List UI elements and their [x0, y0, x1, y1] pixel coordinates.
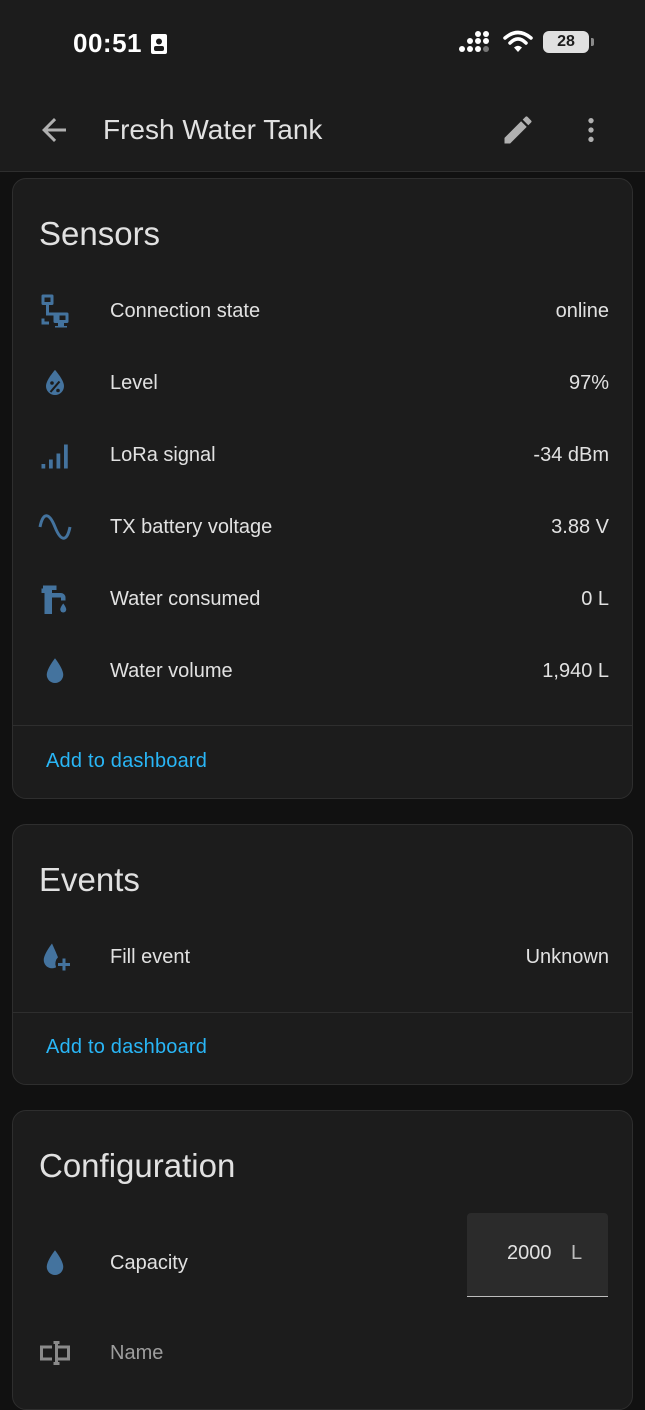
sensor-value: 0 L	[581, 588, 609, 610]
water-percent-icon	[46, 369, 64, 395]
sensor-label: TX battery voltage	[110, 516, 273, 538]
sensor-row-level[interactable]: Level 97%	[13, 347, 634, 419]
config-row-name[interactable]: Name	[13, 1317, 634, 1389]
app-bar: Fresh Water Tank	[0, 88, 645, 172]
water-plus-icon	[43, 943, 70, 971]
pencil-icon[interactable]	[500, 112, 536, 148]
event-row-fill-event[interactable]: Fill event Unknown	[13, 921, 634, 993]
config-label: Name	[110, 1342, 164, 1364]
back-arrow-icon[interactable]	[36, 112, 72, 148]
status-time: 00:51	[73, 28, 142, 58]
water-drop-icon	[46, 1250, 64, 1275]
signal-cellular-icon	[41, 444, 68, 469]
event-value: Unknown	[525, 946, 609, 968]
sensor-row-lora-signal[interactable]: LoRa signal -34 dBm	[13, 419, 634, 491]
card-title-configuration: Configuration	[39, 1147, 236, 1184]
card-title-events: Events	[39, 861, 140, 898]
add-to-dashboard-button[interactable]: Add to dashboard	[46, 1036, 207, 1059]
sensor-label: Water volume	[110, 660, 233, 682]
event-label: Fill event	[110, 946, 191, 968]
cell-signal-icon	[459, 31, 489, 52]
add-to-dashboard-button[interactable]: Add to dashboard	[46, 750, 207, 773]
capacity-input[interactable]: 2000 L	[467, 1213, 608, 1297]
sensor-value: online	[555, 300, 609, 322]
battery-level: 28	[557, 33, 575, 50]
wifi-icon	[503, 30, 533, 52]
sensor-label: Level	[110, 372, 158, 394]
capacity-value[interactable]: 2000	[507, 1242, 552, 1265]
lan-connect-icon	[41, 294, 69, 328]
sensor-value: 3.88 V	[551, 516, 609, 538]
card-title-sensors: Sensors	[39, 215, 161, 252]
configuration-card: Configuration Capacity 2000 L Name	[12, 1110, 633, 1410]
sensor-label: Water consumed	[110, 588, 261, 610]
sine-wave-icon	[38, 514, 72, 540]
capacity-unit: L	[571, 1242, 583, 1264]
sensor-row-water-volume[interactable]: Water volume 1,940 L	[13, 635, 634, 707]
page-title: Fresh Water Tank	[103, 114, 323, 145]
battery-icon: 28	[543, 31, 594, 53]
water-drop-icon	[46, 658, 64, 683]
sensor-value: 97%	[568, 372, 609, 394]
id-card-icon	[151, 34, 167, 54]
sensor-row-tx-battery-voltage[interactable]: TX battery voltage 3.88 V	[13, 491, 634, 563]
sensor-row-water-consumed[interactable]: Water consumed 0 L	[13, 563, 634, 635]
sensor-label: LoRa signal	[110, 444, 216, 466]
events-card: Events Fill event Unknown Add to dashboa…	[12, 824, 633, 1085]
form-textbox-icon	[40, 1341, 70, 1365]
sensor-row-connection-state[interactable]: Connection state online	[13, 275, 634, 347]
sensors-card: Sensors Connection state online Level 97…	[12, 178, 633, 799]
water-pump-icon	[41, 585, 67, 614]
sensor-label: Connection state	[110, 300, 261, 322]
more-vert-icon[interactable]	[575, 112, 607, 148]
status-indicators: 28	[459, 30, 594, 54]
card-divider	[13, 725, 632, 726]
sensor-value: -34 dBm	[533, 444, 609, 466]
card-divider	[13, 1012, 632, 1013]
status-bar: 00:51 28	[0, 0, 645, 88]
config-label: Capacity	[110, 1252, 188, 1274]
sensor-value: 1,940 L	[542, 660, 609, 682]
